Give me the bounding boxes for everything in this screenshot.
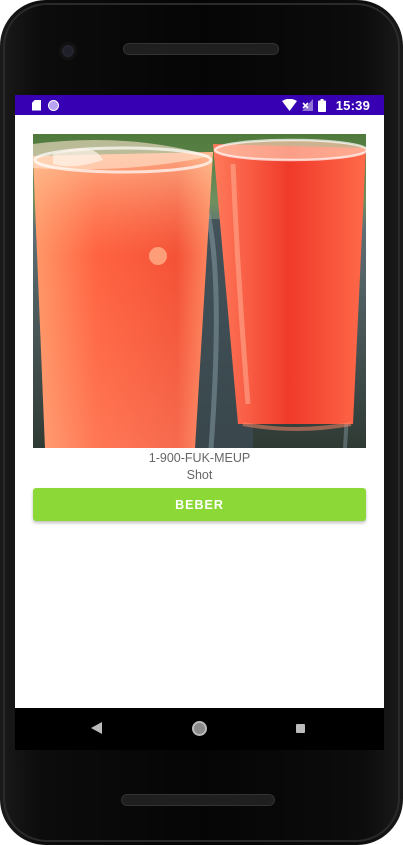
status-time: 15:39 <box>335 97 370 113</box>
app-screen: 15:39 1-900-FUK-MEUP Shot BEBER <box>15 95 384 708</box>
drink-label: Shot <box>186 468 213 482</box>
wifi-icon <box>281 99 297 111</box>
bottom-speaker <box>121 794 275 806</box>
signal-icon <box>301 99 313 111</box>
navigation-bar <box>15 708 384 750</box>
front-camera <box>59 42 77 60</box>
back-icon[interactable] <box>91 722 102 734</box>
status-left <box>32 99 59 111</box>
contact-number: 1-900-FUK-MEUP <box>148 451 251 465</box>
phone-frame: 15:39 1-900-FUK-MEUP Shot BEBER <box>0 0 403 845</box>
drink-button[interactable]: BEBER <box>33 488 366 521</box>
home-icon[interactable] <box>192 721 207 736</box>
sd-card-icon <box>32 99 41 111</box>
earpiece-speaker <box>123 43 279 55</box>
circle-icon <box>48 99 59 111</box>
drinks-photo <box>33 134 366 448</box>
recents-icon[interactable] <box>296 724 305 733</box>
status-bar: 15:39 <box>15 95 384 115</box>
battery-icon <box>317 98 326 112</box>
status-right: 15:39 <box>281 97 370 113</box>
